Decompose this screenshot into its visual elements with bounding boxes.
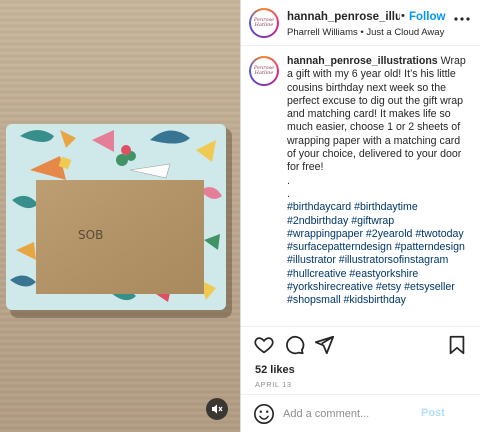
caption-avatar-logo: Penrose Hatline xyxy=(253,65,275,76)
caption-dot-2: . xyxy=(287,187,290,200)
caption-body: Wrap a gift with my 6 year old! It’s his… xyxy=(287,55,466,174)
caption-username[interactable]: hannah_penrose_illustrations xyxy=(287,55,438,67)
post-header: Penrose Hatline hannah_penrose_illustra … xyxy=(241,0,480,46)
follow-button[interactable]: Follow xyxy=(409,11,445,23)
speaker-muted-icon[interactable] xyxy=(206,398,228,420)
gift-scene: SOB xyxy=(6,124,232,318)
envelope-shade xyxy=(36,180,204,294)
audio-track[interactable]: Pharrell Williams • Just a Cloud Away xyxy=(287,27,444,38)
send-icon[interactable] xyxy=(313,334,335,356)
more-horizontal-icon[interactable] xyxy=(453,12,471,26)
smiley-icon[interactable] xyxy=(253,403,275,425)
post-sidebar: Penrose Hatline hannah_penrose_illustra … xyxy=(241,0,480,432)
post-comment-button[interactable]: Post xyxy=(421,407,445,419)
caption-hashtags[interactable]: #birthdaycard #birthdaytime #2ndbirthday… xyxy=(287,201,471,307)
heart-icon[interactable] xyxy=(253,334,275,356)
separator-dot: • xyxy=(401,10,405,22)
action-bar xyxy=(241,326,480,362)
post-date[interactable]: APRIL 13 xyxy=(255,380,292,389)
caption-dot-1: . xyxy=(287,174,290,187)
avatar[interactable]: Penrose Hatline xyxy=(249,8,279,38)
like-count[interactable]: 52 likes xyxy=(255,364,295,376)
caption-area: Penrose Hatline hannah_penrose_illustrat… xyxy=(241,46,480,322)
envelope-handwriting: SOB xyxy=(78,228,103,242)
post-photo[interactable]: SOB xyxy=(0,0,240,432)
caption-avatar[interactable]: Penrose Hatline xyxy=(249,56,279,86)
bookmark-icon[interactable] xyxy=(446,334,468,356)
avatar-logo: Penrose Hatline xyxy=(253,17,275,28)
comment-input[interactable] xyxy=(283,405,413,423)
caption-text: hannah_penrose_illustrations Wrap a gift… xyxy=(287,55,471,308)
comment-icon[interactable] xyxy=(283,334,305,356)
header-username[interactable]: hannah_penrose_illustra xyxy=(287,11,400,23)
comment-bar: Post xyxy=(241,394,480,432)
